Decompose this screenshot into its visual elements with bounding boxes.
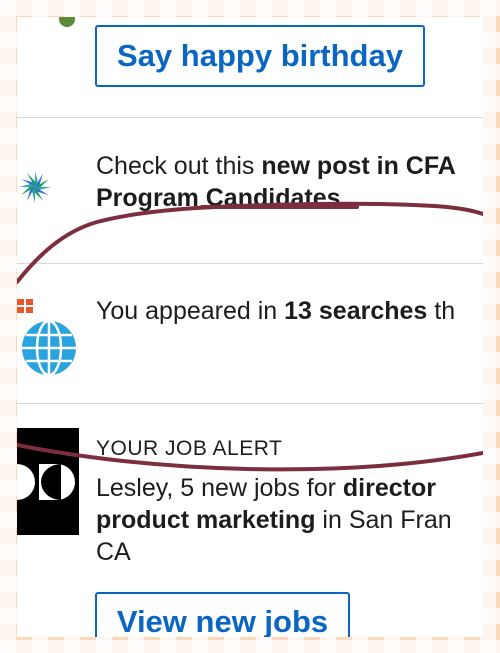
job-alert-prefix: Lesley, 5 new jobs for (96, 474, 343, 502)
view-new-jobs-button[interactable]: View new jobs (95, 592, 350, 637)
post-text-prefix: Check out this (96, 152, 262, 180)
avatar (59, 17, 75, 27)
searches-text-suffix: th (427, 297, 456, 325)
post-notification-text: Check out this new post in CFA Program C… (96, 150, 456, 214)
searches-text-prefix: You appeared in (96, 297, 285, 325)
logo-mark-icon (17, 464, 75, 500)
job-alert-label: YOUR JOB ALERT (96, 437, 283, 460)
divider (17, 117, 483, 118)
say-happy-birthday-button[interactable]: Say happy birthday (95, 25, 425, 87)
group-logo-icon (19, 171, 51, 203)
company-logo (17, 428, 79, 535)
post-text-group: Program Candidates (96, 184, 341, 212)
divider (17, 263, 483, 264)
notifications-screen: Say happy birthday Check out this new po… (17, 17, 483, 637)
job-alert-location: in San Fran (315, 506, 452, 534)
job-alert-title-2: product marketing (96, 506, 316, 534)
job-alert-location-2: CA (96, 538, 131, 566)
searches-notification-text: You appeared in 13 searches th (96, 295, 455, 327)
post-text-bold: new post in CFA (261, 152, 456, 180)
job-alert-title-1: director (342, 474, 436, 502)
job-alert-text: Lesley, 5 new jobs for director product … (96, 472, 452, 568)
grid-icon (17, 299, 33, 313)
divider (17, 403, 483, 404)
globe-icon (22, 319, 76, 377)
searches-count: 13 searches (284, 297, 428, 325)
